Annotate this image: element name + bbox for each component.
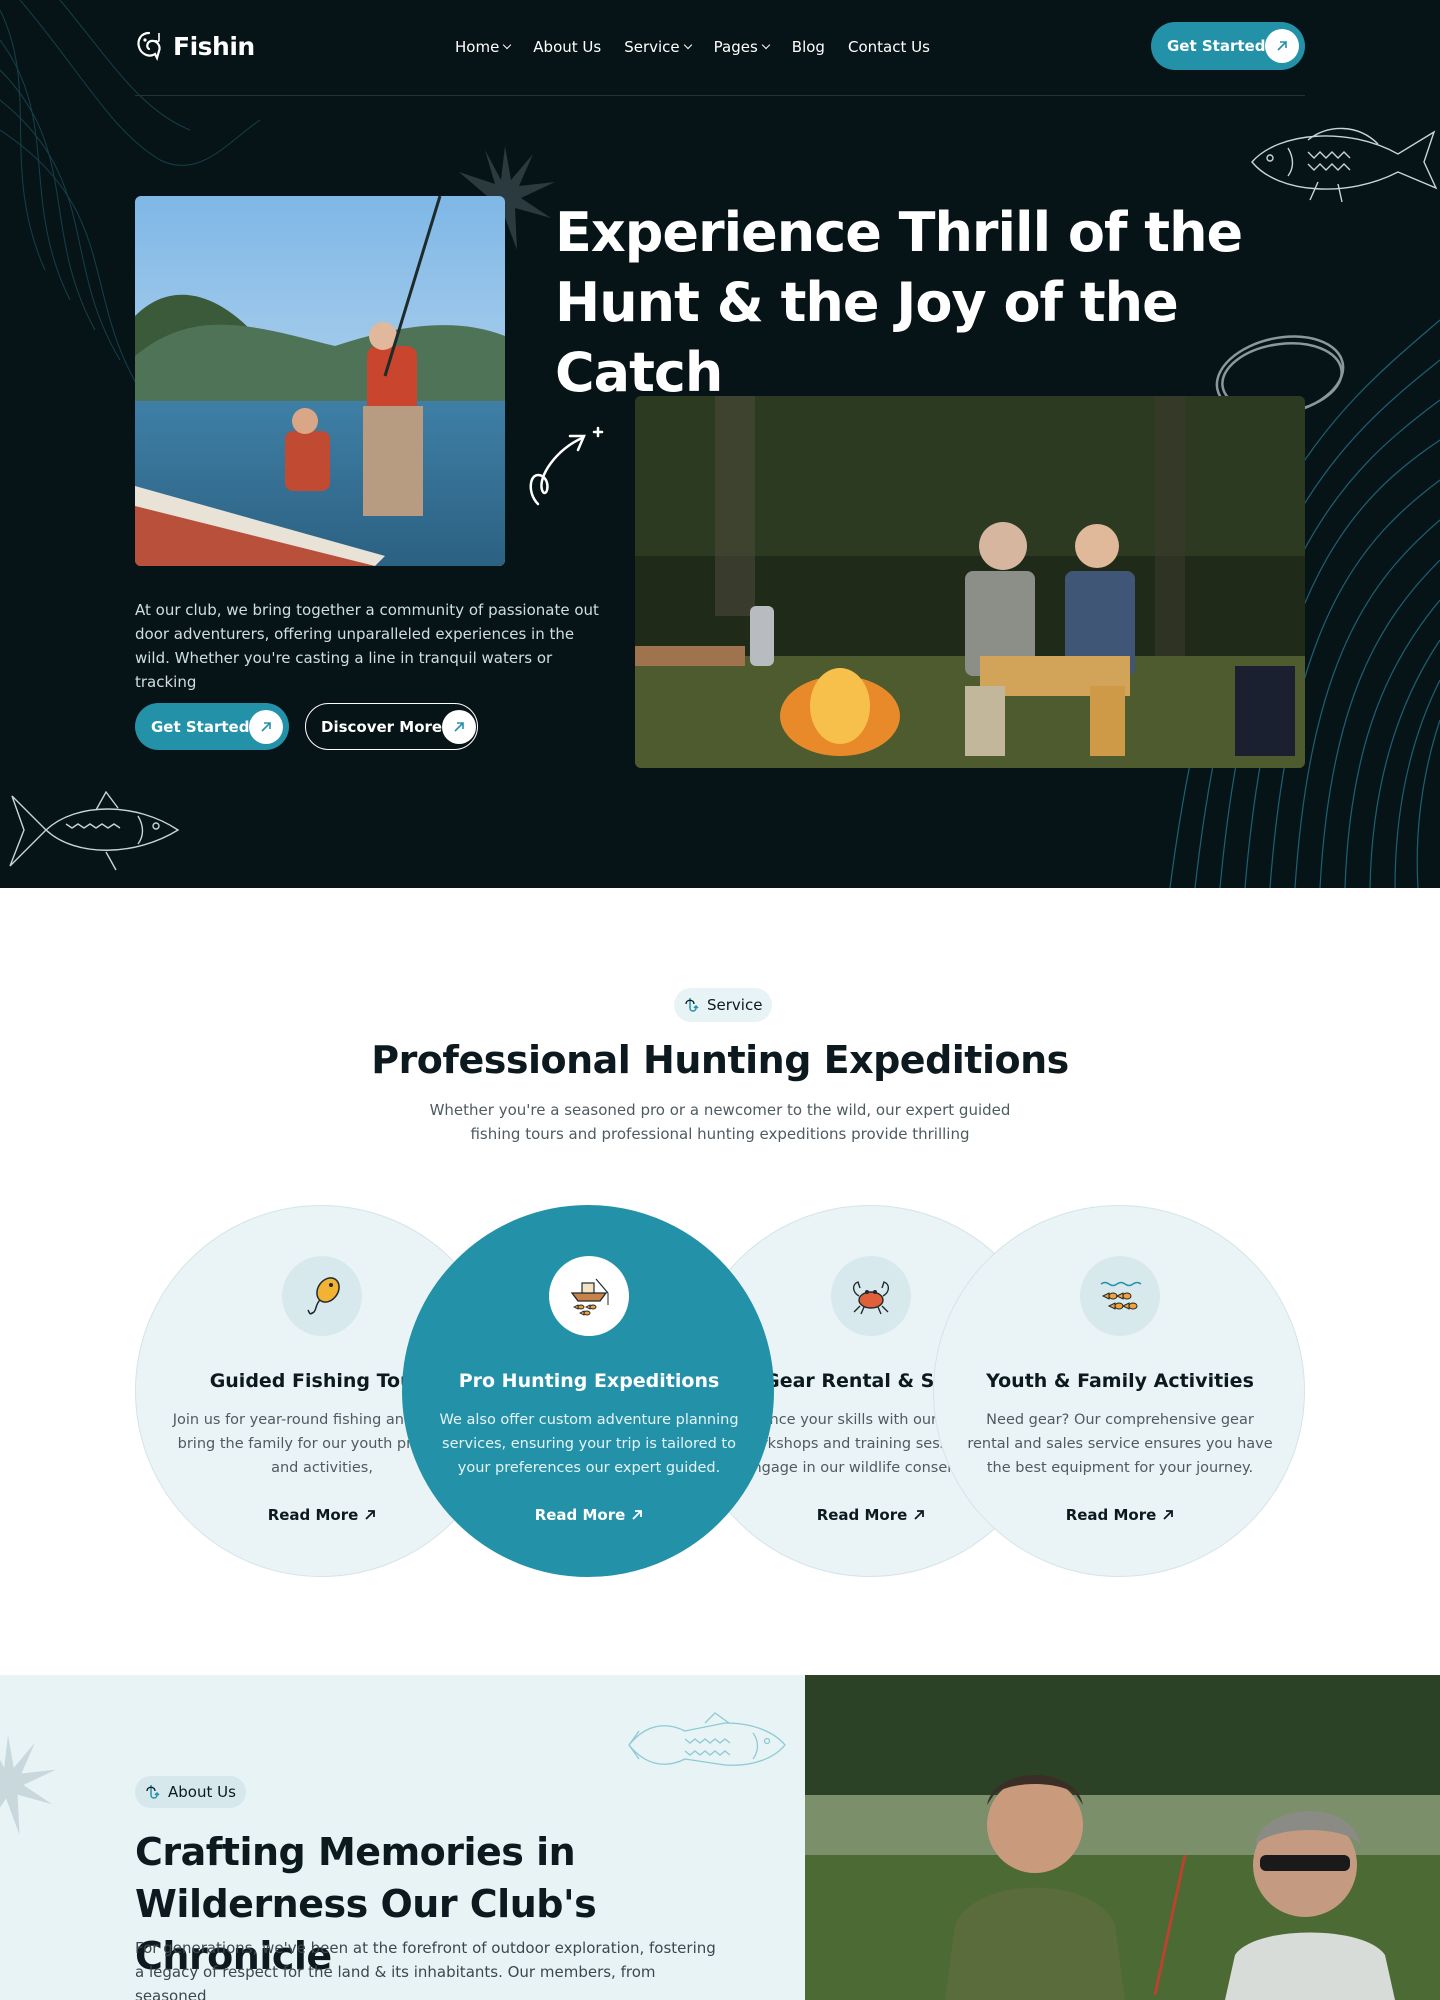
hero-image-fishing-boat (135, 196, 505, 566)
hero-description: At our club, we bring together a communi… (135, 601, 599, 691)
service-card-pro-hunting[interactable]: Pro Hunting Expeditions We also offer cu… (402, 1205, 774, 1577)
hero-title: Experience Thrill of the Hunt & the Joy … (555, 201, 1243, 404)
discover-more-button[interactable]: Discover More (305, 703, 478, 750)
badge-label: Service (707, 996, 763, 1014)
service-description: Whether you're a seasoned pro or a newco… (429, 1101, 1011, 1143)
nav-divider (135, 95, 1305, 96)
card-text: Need gear? Our comprehensive gear rental… (967, 1412, 1273, 1476)
nav-item-service[interactable]: Service (624, 38, 692, 56)
read-more-link[interactable]: Read More (934, 1506, 1304, 1524)
badge-label: About Us (168, 1783, 236, 1801)
link-label: Read More (267, 1506, 359, 1524)
chevron-down-icon (683, 40, 692, 50)
fishing-lure-icon (282, 1256, 362, 1336)
card-title: Pro Hunting Expeditions (458, 1370, 720, 1392)
about-image-fishermen (805, 1675, 1440, 2000)
arrow-up-right-icon (1265, 29, 1300, 63)
fish-hook-logo-icon (137, 31, 161, 62)
hook-icon (685, 998, 699, 1012)
button-label: Discover More (321, 717, 443, 736)
nav-label: About Us (533, 38, 602, 56)
crab-icon (831, 1256, 911, 1336)
link-label: Read More (816, 1506, 908, 1524)
service-title: Professional Hunting Expeditions (371, 1038, 1069, 1082)
arrow-up-right-icon (1163, 1510, 1174, 1520)
nav-item-home[interactable]: Home (455, 38, 512, 56)
arrow-up-right-icon (632, 1510, 643, 1520)
card-title: Youth & Family Activities (986, 1370, 1254, 1392)
nav-item-contact-us[interactable]: Contact Us (848, 38, 930, 56)
hero-section: Fishin Home About Us Service Pages Blog … (0, 0, 1440, 888)
hero-image-campfire (635, 396, 1305, 768)
nav-label: Blog (791, 38, 825, 56)
nav-label: Home (455, 38, 500, 56)
top-navigation: Fishin Home About Us Service Pages Blog … (135, 22, 1305, 74)
arrow-up-right-icon (914, 1510, 925, 1520)
link-label: Read More (534, 1506, 626, 1524)
nav-item-pages[interactable]: Pages (713, 38, 771, 56)
chevron-down-icon (503, 40, 512, 50)
chevron-down-icon (761, 40, 771, 50)
about-badge: About Us (135, 1776, 246, 1808)
fish-school-icon (1080, 1256, 1160, 1336)
arrow-up-right-icon (249, 709, 284, 744)
starburst-icon (0, 1735, 56, 1835)
nav-label: Pages (713, 38, 758, 56)
service-cards: Guided Fishing Tours Join us for year-ro… (0, 1205, 1440, 1577)
arrow-up-right-icon (442, 709, 477, 744)
logo-text: Fishin (173, 31, 255, 61)
nav-label: Service (624, 38, 680, 56)
hero-get-started-button[interactable]: Get Started (135, 703, 289, 750)
card-text: We also offer custom adventure planning … (439, 1412, 739, 1476)
logo[interactable]: Fishin (135, 30, 255, 62)
curly-arrow-icon (529, 426, 604, 506)
read-more-link[interactable]: Read More (403, 1506, 773, 1524)
service-badge: Service (674, 988, 773, 1022)
button-label: Get Started (1167, 37, 1266, 55)
main-menu: Home About Us Service Pages Blog Contact… (455, 38, 930, 56)
nav-get-started-button[interactable]: Get Started (1151, 22, 1305, 70)
button-label: Get Started (151, 717, 250, 736)
fish-sketch-icon (628, 1712, 786, 1766)
link-label: Read More (1065, 1506, 1157, 1524)
arrow-up-right-icon (365, 1510, 376, 1520)
service-card-youth-family[interactable]: Youth & Family Activities Need gear? Our… (933, 1205, 1305, 1577)
fish-sketch-icon (1251, 127, 1438, 203)
hook-icon (146, 1785, 160, 1799)
nav-item-about-us[interactable]: About Us (533, 38, 601, 56)
nav-label: Contact Us (847, 38, 930, 56)
tuna-sketch-icon (9, 790, 180, 871)
about-description: For generations, we've been at the foref… (135, 1939, 716, 2000)
fishing-boat-icon (549, 1256, 629, 1336)
nav-item-blog[interactable]: Blog (792, 38, 825, 56)
